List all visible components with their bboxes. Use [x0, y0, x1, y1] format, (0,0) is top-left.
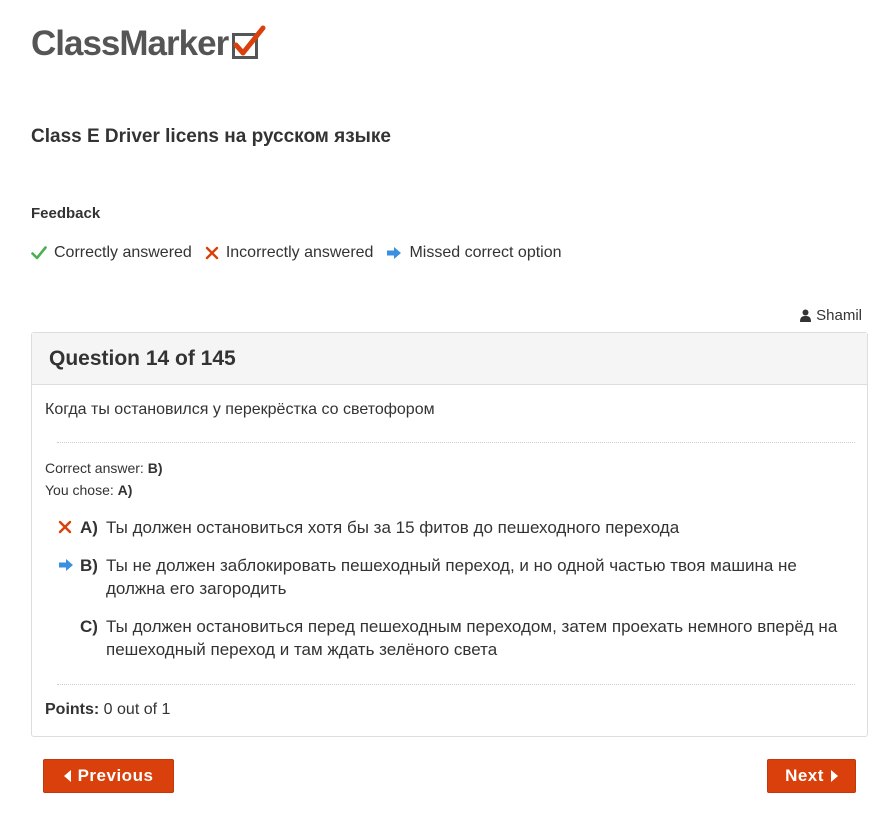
answer-option-c: C) Ты должен остановиться перед пешеходн… [58, 615, 858, 661]
logo-text: ClassMarker [31, 24, 229, 63]
arrow-right-icon [386, 246, 402, 260]
feedback-title: Feedback [31, 205, 101, 222]
you-chose-value: A) [117, 482, 133, 498]
points-line: Points: 0 out of 1 [45, 701, 170, 719]
option-text: Ты должен остановиться хотя бы за 15 фит… [106, 518, 680, 537]
answer-option-a: A) Ты должен остановиться хотя бы за 15 … [58, 516, 858, 539]
cross-icon [58, 516, 80, 539]
option-letter: B) [80, 556, 98, 575]
question-panel: Question 14 of 145 Когда ты остановился … [31, 332, 868, 737]
cross-icon [205, 246, 219, 260]
check-icon [31, 246, 47, 260]
option-text: Ты должен остановиться перед пешеходным … [106, 617, 838, 659]
question-number: Question 14 of 145 [49, 346, 236, 370]
you-chose-line: You chose: A) [45, 482, 132, 498]
points-value: 0 out of 1 [103, 701, 171, 718]
legend-label: Incorrectly answered [225, 244, 374, 261]
legend-missed: Missed correct option [386, 244, 562, 262]
divider [57, 684, 855, 685]
question-text: Когда ты остановился у перекрёстка со св… [45, 401, 435, 418]
feedback-legend: Correctly answered Incorrectly answered … [31, 244, 575, 262]
user-icon [800, 309, 812, 322]
points-label: Points: [45, 701, 100, 718]
correct-answer-value: B) [147, 460, 163, 476]
question-header: Question 14 of 145 [32, 333, 867, 385]
answer-option-b: B) Ты не должен заблокировать пешеходный… [58, 554, 858, 600]
logo-checkmark-icon [230, 25, 266, 63]
divider [57, 442, 855, 443]
you-chose-label: You chose: [45, 482, 114, 498]
caret-left-icon [63, 770, 72, 782]
previous-button[interactable]: Previous [43, 759, 174, 793]
legend-label: Missed correct option [409, 244, 562, 261]
test-title: Class E Driver licens на русском языке [31, 126, 391, 147]
classmarker-logo: ClassMarker [31, 22, 266, 66]
legend-label: Correctly answered [54, 244, 192, 261]
legend-incorrect: Incorrectly answered [205, 244, 374, 262]
arrow-right-icon [58, 554, 80, 600]
correct-answer-label: Correct answer: [45, 460, 144, 476]
next-label: Next [785, 766, 824, 785]
previous-label: Previous [77, 766, 154, 785]
next-button[interactable]: Next [767, 759, 856, 793]
correct-answer-line: Correct answer: B) [45, 460, 162, 476]
caret-right-icon [830, 770, 838, 782]
option-letter: C) [80, 617, 98, 636]
option-letter: A) [80, 518, 98, 537]
option-text: Ты не должен заблокировать пешеходный пе… [106, 556, 797, 598]
user-badge: Shamil [800, 307, 862, 324]
legend-correct: Correctly answered [31, 244, 192, 262]
user-name: Shamil [816, 307, 862, 324]
